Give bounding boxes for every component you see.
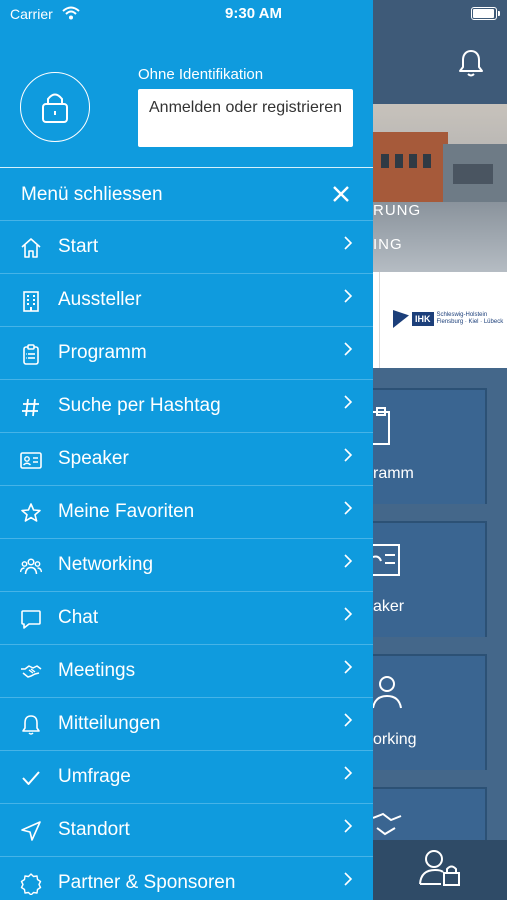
menu-item-label: Speaker	[58, 448, 129, 469]
menu-item-label: Meetings	[58, 660, 136, 681]
tile-networking-label: orking	[373, 731, 417, 748]
status-bar: Carrier 9:30 AM	[0, 0, 507, 30]
menu-item-label: Networking	[58, 554, 154, 575]
menu-item-partner-sponsoren[interactable]: Partner & Sponsoren	[0, 857, 373, 900]
menu-item-label: Aussteller	[58, 289, 142, 310]
clipboard-icon	[23, 344, 39, 365]
chevron-right-icon	[344, 289, 353, 303]
menu-item-label: Standort	[58, 819, 130, 840]
notifications-button[interactable]	[457, 48, 485, 78]
battery-icon	[471, 7, 500, 20]
lock-icon	[42, 93, 68, 123]
chevron-right-icon	[344, 660, 353, 674]
close-menu-label: Menü schliessen	[21, 184, 163, 205]
menu-item-suche-per-hashtag[interactable]: Suche per Hashtag	[0, 380, 373, 433]
badge-icon	[20, 873, 42, 895]
user-lock-icon	[419, 850, 460, 886]
hero-title: RUNG	[373, 202, 422, 219]
menu-item-label: Chat	[58, 607, 99, 628]
side-drawer: Ohne Identifikation Anmelden oder regist…	[0, 0, 373, 900]
tile-programm-label: ramm	[373, 465, 414, 482]
menu-item-start[interactable]: Start	[0, 221, 373, 274]
menu-item-meine-favoriten[interactable]: Meine Favoriten	[0, 486, 373, 539]
menu-item-programm[interactable]: Programm	[0, 327, 373, 380]
chevron-right-icon	[344, 395, 353, 409]
chevron-right-icon	[344, 607, 353, 621]
ihk-logo: IHK Schleswig-Holstein Flensburg · Kiel …	[393, 310, 503, 328]
chevron-right-icon	[344, 713, 353, 727]
close-menu-row[interactable]: Menü schliessen	[0, 168, 373, 221]
menu-item-label: Partner & Sponsoren	[58, 872, 236, 893]
menu-item-chat[interactable]: Chat	[0, 592, 373, 645]
id-card-icon	[373, 544, 400, 576]
id-card-icon	[20, 452, 42, 469]
profile-avatar	[20, 72, 90, 142]
tile-networking[interactable]	[373, 654, 487, 770]
home-icon	[21, 238, 41, 258]
star-icon	[21, 503, 41, 522]
people-icon	[373, 676, 402, 709]
chevron-right-icon	[344, 766, 353, 780]
handshake-icon	[373, 812, 402, 836]
menu-item-mitteilungen[interactable]: Mitteilungen	[0, 698, 373, 751]
clock: 9:30 AM	[225, 5, 282, 22]
menu-item-label: Suche per Hashtag	[58, 395, 221, 416]
menu-item-label: Umfrage	[58, 766, 131, 787]
bottom-bar	[373, 840, 507, 900]
chevron-right-icon	[344, 819, 353, 833]
menu-list: Start Aussteller Programm Suche per Hashtag…	[0, 221, 373, 900]
bell-icon	[22, 715, 40, 735]
location-arrow-icon	[21, 821, 41, 841]
menu-item-label: Start	[58, 236, 99, 257]
clipboard-icon	[373, 407, 390, 445]
tile-speaker-label: aker	[373, 598, 405, 615]
menu-item-label: Programm	[58, 342, 147, 363]
account-button[interactable]	[419, 848, 463, 888]
menu-item-standort[interactable]: Standort	[0, 804, 373, 857]
menu-item-umfrage[interactable]: Umfrage	[0, 751, 373, 804]
chevron-right-icon	[344, 554, 353, 568]
checkmark-icon	[22, 771, 40, 785]
menu-item-aussteller[interactable]: Aussteller	[0, 274, 373, 327]
hero-subtitle: ING	[373, 236, 403, 253]
handshake-icon	[21, 665, 42, 678]
people-icon	[20, 558, 42, 575]
login-register-button[interactable]: Anmelden oder registrieren	[138, 89, 353, 147]
menu-item-label: Mitteilungen	[58, 713, 161, 734]
chevron-right-icon	[344, 236, 353, 250]
identity-status: Ohne Identifikation	[138, 66, 264, 83]
hashtag-icon	[22, 398, 39, 417]
chevron-right-icon	[344, 342, 353, 356]
chevron-right-icon	[344, 872, 353, 886]
tile-speaker[interactable]	[373, 521, 487, 637]
menu-item-networking[interactable]: Networking	[0, 539, 373, 592]
bell-icon	[459, 50, 483, 77]
menu-item-label: Meine Favoriten	[58, 501, 195, 522]
close-icon[interactable]	[333, 186, 349, 202]
menu-item-speaker[interactable]: Speaker	[0, 433, 373, 486]
building-icon	[23, 291, 39, 312]
chevron-right-icon	[344, 448, 353, 462]
menu-item-meetings[interactable]: Meetings	[0, 645, 373, 698]
chevron-right-icon	[344, 501, 353, 515]
chat-icon	[21, 610, 41, 629]
